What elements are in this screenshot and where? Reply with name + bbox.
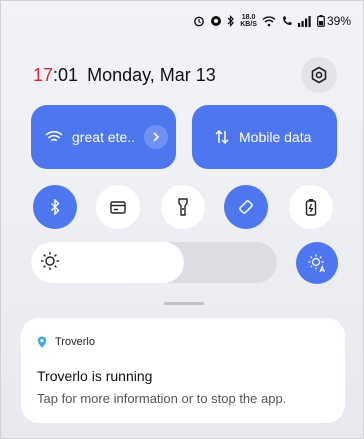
brightness-slider[interactable]: [31, 242, 277, 283]
wifi-details-button[interactable]: [144, 125, 168, 149]
clock-date[interactable]: 17:01 Monday, Mar 13: [33, 65, 216, 86]
signal-strength-icon: [297, 13, 312, 29]
auto-brightness-icon: [308, 254, 325, 273]
battery-saver-icon: [305, 199, 317, 216]
notification-app-row: Troverlo: [37, 336, 95, 348]
battery-icon: [317, 15, 325, 27]
quick-settings-panel: 18.0 KB/S 39% 17:01 Monday, Mar 13 great…: [0, 0, 364, 439]
mobile-data-label: Mobile data: [239, 129, 312, 145]
chevron-right-icon: [153, 132, 160, 142]
flashlight-icon: [178, 198, 188, 216]
wifi-icon: [45, 131, 63, 142]
clock-hours: 17: [33, 65, 54, 85]
mobile-data-tile[interactable]: Mobile data: [192, 105, 337, 169]
network-speed: 18.0 KB/S: [240, 13, 257, 29]
brightness-icon: [39, 250, 61, 277]
notification-app-name: Troverlo: [55, 336, 95, 348]
bluetooth-toggle[interactable]: [33, 185, 77, 229]
network-speed-value: 18.0: [241, 14, 256, 21]
rotate-icon: [239, 200, 253, 214]
card-toggle[interactable]: [96, 185, 140, 229]
card-icon: [110, 200, 126, 214]
wifi-status-icon: [262, 13, 276, 29]
battery-percentage: 39%: [326, 14, 351, 28]
wifi-network-name: great ete..: [72, 129, 136, 145]
auto-brightness-toggle[interactable]: [296, 242, 338, 284]
troverlo-app-icon: [37, 336, 47, 348]
status-bar: 18.0 KB/S 39%: [193, 12, 351, 30]
do-not-disturb-icon: [210, 13, 222, 29]
alarm-icon: [193, 13, 205, 29]
notification-text: Tap for more information or to stop the …: [37, 391, 287, 406]
bluetooth-icon: [51, 199, 60, 215]
auto-rotate-toggle[interactable]: [224, 185, 268, 229]
notification-card[interactable]: Troverlo Troverlo is running Tap for mor…: [21, 318, 345, 423]
gear-icon: [311, 66, 327, 84]
flashlight-toggle[interactable]: [161, 185, 205, 229]
clock-minutes: :01: [53, 65, 79, 85]
mobile-data-arrows-icon: [215, 129, 229, 145]
battery-indicator: 39%: [317, 14, 351, 28]
volte-call-icon: [281, 13, 293, 29]
network-speed-unit: KB/S: [240, 21, 257, 28]
panel-drag-handle[interactable]: [164, 302, 204, 305]
bluetooth-status-icon: [227, 13, 235, 29]
date-label: Monday, Mar 13: [87, 65, 216, 85]
wifi-tile[interactable]: great ete..: [31, 105, 176, 169]
settings-button[interactable]: [301, 57, 337, 93]
battery-saver-toggle[interactable]: [289, 185, 333, 229]
notification-title: Troverlo is running: [37, 368, 153, 384]
